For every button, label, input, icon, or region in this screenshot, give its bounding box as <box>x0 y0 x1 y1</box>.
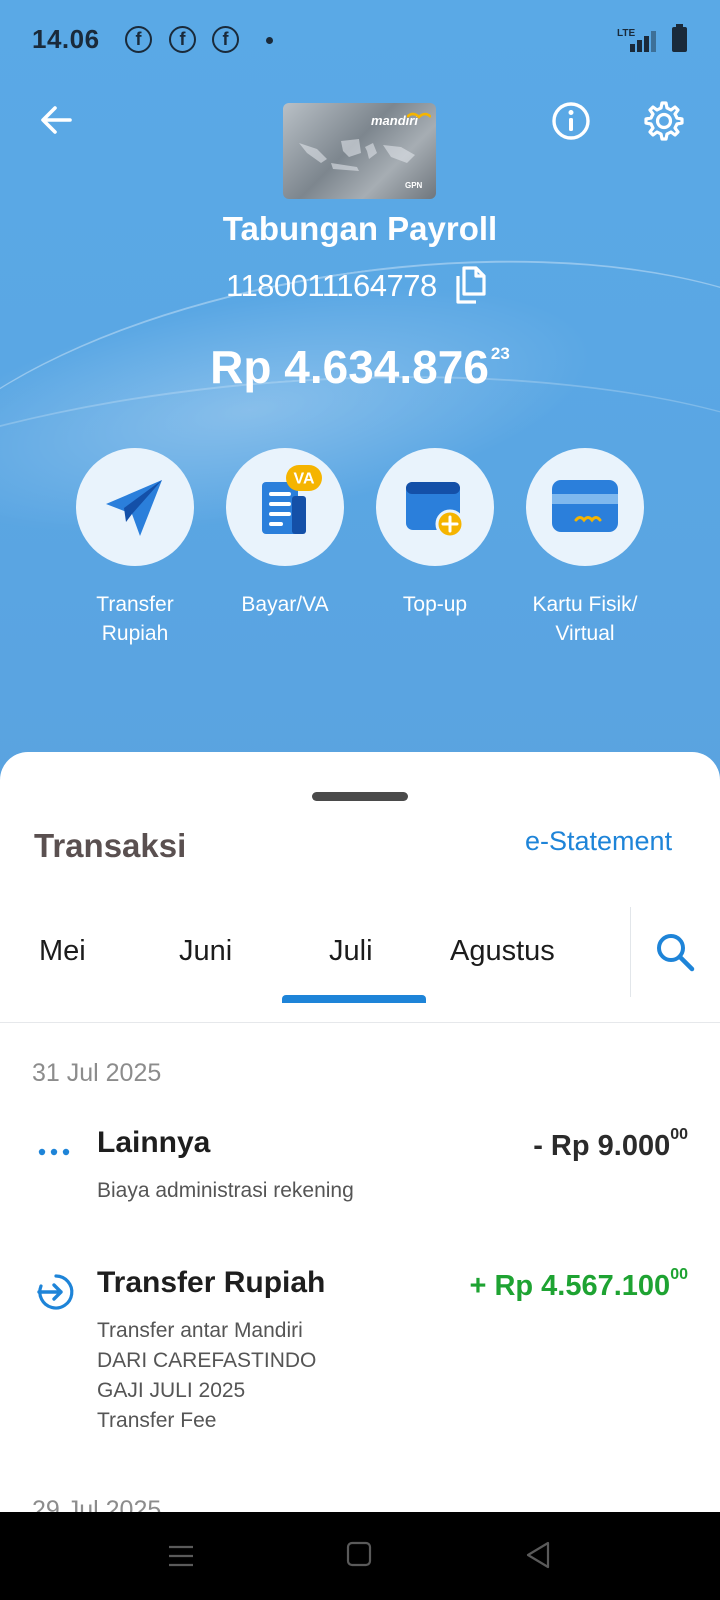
tab-agustus[interactable]: Agustus <box>450 935 555 968</box>
status-bar: 14.06 f f f LTE <box>0 0 720 80</box>
account-header: 14.06 f f f LTE mandiri GPN Tabungan Pay… <box>0 0 720 790</box>
action-label: Kartu Fisik/Virtual <box>532 593 638 645</box>
account-number: 1180011164778 <box>226 268 437 303</box>
indonesia-map-graphic <box>299 139 415 171</box>
notification-dot-icon <box>266 37 273 44</box>
transaction-description: Biaya administrasi rekening <box>97 1179 354 1202</box>
transaction-title: Transfer Rupiah <box>97 1266 326 1299</box>
status-time: 14.06 <box>32 24 100 54</box>
copy-icon[interactable] <box>450 264 490 308</box>
action-label: Top-up <box>402 593 468 616</box>
more-dots-icon <box>38 1148 70 1156</box>
card-network-mark: GPN <box>405 181 423 190</box>
bill-va-icon: VA <box>262 465 322 534</box>
debit-card-image: mandiri GPN <box>283 103 436 199</box>
search-icon[interactable] <box>652 929 698 975</box>
tabs-divider <box>0 1022 720 1023</box>
top-up-button[interactable]: Top-up <box>360 448 510 619</box>
wallet-plus-icon <box>406 482 465 539</box>
transaction-amount: + Rp 4.567.10000 <box>469 1266 688 1302</box>
home-icon[interactable] <box>346 1541 372 1567</box>
date-header: 31 Jul 2025 <box>32 1059 162 1087</box>
card-icon <box>552 480 618 532</box>
info-icon[interactable] <box>550 100 592 142</box>
transaction-amount: - Rp 9.00000 <box>533 1126 688 1162</box>
section-title: Transaksi <box>34 827 187 864</box>
balance-cents: 23 <box>490 344 510 363</box>
transfer-in-icon <box>37 1274 74 1310</box>
tab-selected-indicator <box>282 995 426 1003</box>
balance-amount: Rp 4.634.876 <box>210 341 489 393</box>
battery-icon <box>672 24 687 52</box>
paper-plane-icon <box>106 480 162 536</box>
quick-actions: Transfer Rupiah VA Bayar/VA Top-up Kartu… <box>0 448 720 658</box>
account-balance: Rp 4.634.876 23 <box>0 340 720 394</box>
gear-icon[interactable] <box>642 99 686 143</box>
e-statement-link[interactable]: e-Statement <box>525 826 672 857</box>
tab-divider <box>630 907 631 997</box>
transaction-description: Transfer antar Mandiri DARI CAREFASTINDO… <box>97 1319 317 1432</box>
sheet-drag-handle[interactable] <box>312 792 408 801</box>
action-circle <box>526 448 644 566</box>
system-navigation-bar <box>0 1512 720 1600</box>
account-name: Tabungan Payroll <box>222 210 498 247</box>
month-tabs: Mei Juni Juli Agustus <box>0 907 720 1007</box>
kartu-fisik-virtual-button[interactable]: Kartu Fisik/Virtual <box>510 448 660 648</box>
facebook-icon: f <box>212 26 239 53</box>
back-triangle-icon[interactable] <box>524 1540 552 1570</box>
action-circle <box>376 448 494 566</box>
tab-juni[interactable]: Juni <box>179 935 232 968</box>
tab-juli[interactable]: Juli <box>329 935 373 968</box>
facebook-icon: f <box>169 26 196 53</box>
action-label: Transfer Rupiah <box>96 593 174 645</box>
account-number-row: 1180011164778 <box>0 264 720 308</box>
back-arrow-icon[interactable] <box>36 100 76 140</box>
tab-mei[interactable]: Mei <box>39 935 86 968</box>
facebook-icon: f <box>125 26 152 53</box>
action-label: Bayar/VA <box>241 593 329 616</box>
bayar-va-button[interactable]: VA Bayar/VA <box>210 448 360 619</box>
transaction-title: Lainnya <box>97 1126 211 1159</box>
svg-text:VA: VA <box>293 471 314 488</box>
recent-apps-icon[interactable] <box>167 1544 195 1568</box>
action-circle: VA <box>226 448 344 566</box>
action-circle <box>76 448 194 566</box>
transfer-rupiah-button[interactable]: Transfer Rupiah <box>60 448 210 648</box>
mandiri-logo-wave <box>407 112 431 119</box>
signal-icon <box>630 31 656 52</box>
